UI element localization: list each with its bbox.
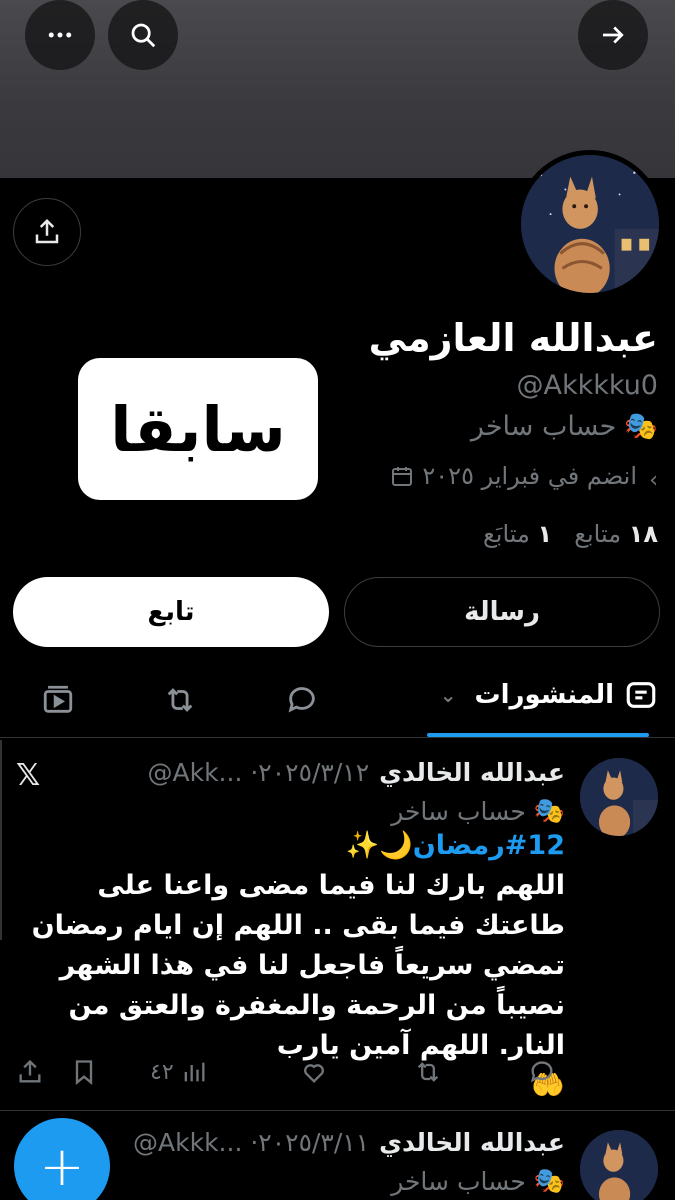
profile-badge: 🎭 حساب ساخر bbox=[470, 410, 658, 443]
views-count: ٤٢ bbox=[150, 1059, 174, 1085]
post-author-name[interactable]: عبدالله الخالدي bbox=[379, 758, 565, 787]
tab-posts[interactable]: المنشورات ⌄ bbox=[440, 678, 658, 712]
post-author-name[interactable]: عبدالله الخالدي bbox=[379, 1128, 565, 1157]
profile-handle: @Akkkku0 bbox=[516, 370, 658, 401]
message-button[interactable]: رسالة bbox=[344, 577, 660, 647]
post-meta: @Akk... ·٢٠٢٥/٣/١٢ bbox=[147, 758, 370, 787]
follow-stats: ١٨ متابع ١ متابَع bbox=[483, 520, 658, 548]
heart-icon bbox=[304, 1064, 324, 1083]
following-stat[interactable]: ١ متابَع bbox=[483, 520, 552, 548]
profile-name: عبدالله العازمي bbox=[368, 316, 658, 360]
search-button[interactable] bbox=[108, 0, 178, 70]
profile-avatar[interactable] bbox=[516, 150, 664, 298]
repost-button[interactable] bbox=[414, 1058, 442, 1086]
following-count: ١ bbox=[537, 520, 553, 548]
post-author-badge: 🎭 حساب ساخر bbox=[391, 796, 565, 826]
raising-hands-emoji: 🤲 bbox=[531, 1070, 565, 1101]
bookmark-button[interactable] bbox=[70, 1058, 98, 1086]
views-button[interactable]: ٤٢ bbox=[150, 1058, 208, 1086]
profile-tabs: المنشورات ⌄ bbox=[0, 660, 675, 738]
repost-icon bbox=[167, 688, 193, 712]
compose-button[interactable]: + bbox=[14, 1118, 110, 1200]
follow-button[interactable]: تابع bbox=[13, 577, 329, 647]
cat-avatar-image bbox=[580, 1130, 658, 1200]
followers-stat[interactable]: ١٨ متابع bbox=[574, 520, 658, 548]
join-date-text: انضم في فبراير ٢٠٢٥ bbox=[422, 462, 637, 490]
post-badge-text: حساب ساخر bbox=[391, 796, 526, 826]
plus-icon: + bbox=[39, 1134, 85, 1198]
reply-icon bbox=[530, 1061, 553, 1083]
active-tab-indicator bbox=[427, 733, 649, 737]
post-text: #12رمضان🌙✨ اللهم بارك لنا فيما مضى واعنا… bbox=[20, 826, 565, 1106]
cat-avatar-image bbox=[580, 758, 658, 836]
join-date: انضم في فبراير ٢٠٢٥ bbox=[390, 462, 637, 490]
thread-line bbox=[0, 740, 2, 940]
posts-tab-icon bbox=[626, 682, 656, 708]
forward-button[interactable] bbox=[578, 0, 648, 70]
post-author-badge: 🎭 حساب ساخر bbox=[391, 1166, 565, 1196]
share-button[interactable] bbox=[16, 1058, 44, 1086]
post-meta: @Akkk... ·٢٠٢٥/٣/١١ bbox=[133, 1128, 370, 1157]
post-badge-text: حساب ساخر bbox=[391, 1166, 526, 1196]
tab-reposts[interactable] bbox=[162, 682, 198, 718]
media-icon bbox=[43, 685, 73, 713]
search-icon bbox=[131, 23, 156, 48]
x-logo-icon: 𝕏 bbox=[16, 758, 41, 793]
reply-button[interactable] bbox=[528, 1058, 556, 1086]
mask-icon: 🎭 bbox=[624, 411, 658, 442]
moon-sparkles-emoji: 🌙✨ bbox=[345, 830, 413, 861]
post-divider bbox=[0, 1110, 675, 1111]
repost-icon bbox=[417, 1062, 439, 1082]
followers-count: ١٨ bbox=[628, 520, 658, 548]
tab-media[interactable] bbox=[40, 682, 76, 718]
chevron-down-icon[interactable]: ⌄ bbox=[440, 683, 457, 707]
post-header: عبدالله الخالدي @Akkk... ·٢٠٢٥/٣/١١ bbox=[133, 1128, 565, 1157]
more-horizontal-icon bbox=[48, 32, 72, 38]
tab-posts-label: المنشورات bbox=[474, 680, 614, 710]
calendar-icon bbox=[392, 467, 413, 486]
bookmark-icon bbox=[75, 1060, 93, 1085]
tab-replies[interactable] bbox=[284, 682, 320, 718]
post-avatar[interactable] bbox=[580, 758, 658, 836]
hashtag-link[interactable]: #12رمضان bbox=[413, 830, 565, 861]
arrow-right-icon bbox=[603, 26, 624, 44]
following-label: متابَع bbox=[483, 520, 530, 548]
mask-icon: 🎭 bbox=[533, 796, 565, 825]
share-icon bbox=[19, 1059, 41, 1083]
chevron-left-icon[interactable]: ‹ bbox=[649, 468, 658, 493]
sticker-label: سابقا bbox=[78, 358, 318, 500]
like-button[interactable] bbox=[300, 1058, 328, 1086]
share-profile-button[interactable] bbox=[13, 198, 81, 266]
reply-bubble-icon bbox=[288, 687, 315, 713]
followers-label: متابع bbox=[574, 520, 622, 548]
cat-avatar-image bbox=[521, 155, 659, 293]
profile-badge-text: حساب ساخر bbox=[470, 410, 617, 442]
more-button[interactable] bbox=[25, 0, 95, 70]
mask-icon: 🎭 bbox=[533, 1166, 565, 1195]
views-chart-icon bbox=[184, 1062, 205, 1082]
share-icon bbox=[35, 218, 59, 244]
post-body-text: اللهم بارك لنا فيما مضى واعنا على طاعتك … bbox=[31, 870, 565, 1061]
post-header: عبدالله الخالدي @Akk... ·٢٠٢٥/٣/١٢ bbox=[148, 758, 566, 787]
post-avatar[interactable] bbox=[580, 1130, 658, 1200]
